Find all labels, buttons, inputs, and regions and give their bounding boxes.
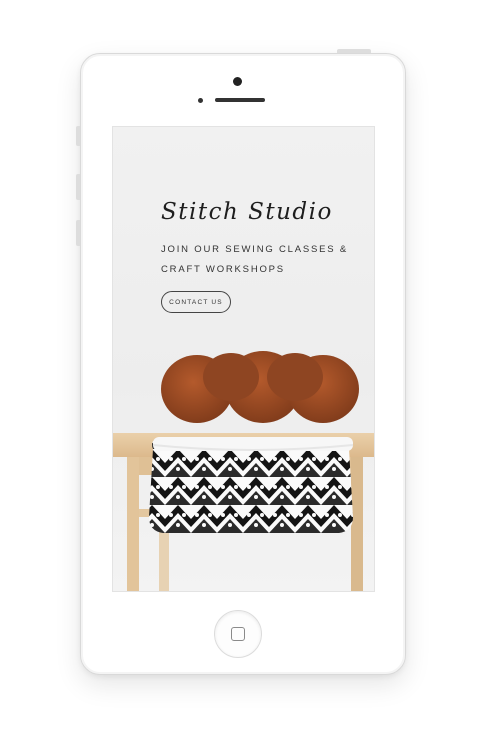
home-square-icon — [231, 627, 245, 641]
volume-down-button — [76, 220, 80, 246]
home-button[interactable] — [214, 610, 262, 658]
yarn-ball — [203, 353, 259, 401]
earpiece-speaker — [215, 98, 265, 102]
tagline-line-2: CRAFT WORKSHOPS — [161, 264, 285, 275]
crochet-basket — [149, 441, 353, 533]
stool-leg-left — [127, 457, 139, 591]
stool-leg-right — [351, 457, 363, 591]
yarn-ball — [267, 353, 323, 401]
site-tagline: JOIN OUR SEWING CLASSES & CRAFT WORKSHOP… — [161, 240, 351, 280]
phone-screen: Stitch Studio JOIN OUR SEWING CLASSES & … — [112, 126, 375, 592]
mute-switch — [76, 126, 80, 146]
volume-up-button — [76, 174, 80, 200]
basket-rim — [153, 437, 353, 451]
site-title: Stitch Studio — [161, 199, 333, 225]
contact-us-button[interactable]: CONTACT US — [161, 291, 231, 313]
phone-frame: Stitch Studio JOIN OUR SEWING CLASSES & … — [76, 49, 406, 675]
power-button — [337, 49, 371, 53]
yarn-basket-photo — [113, 351, 374, 591]
proximity-sensor — [198, 98, 203, 103]
front-camera — [233, 77, 242, 86]
tagline-line-1: JOIN OUR SEWING CLASSES & — [161, 244, 348, 255]
